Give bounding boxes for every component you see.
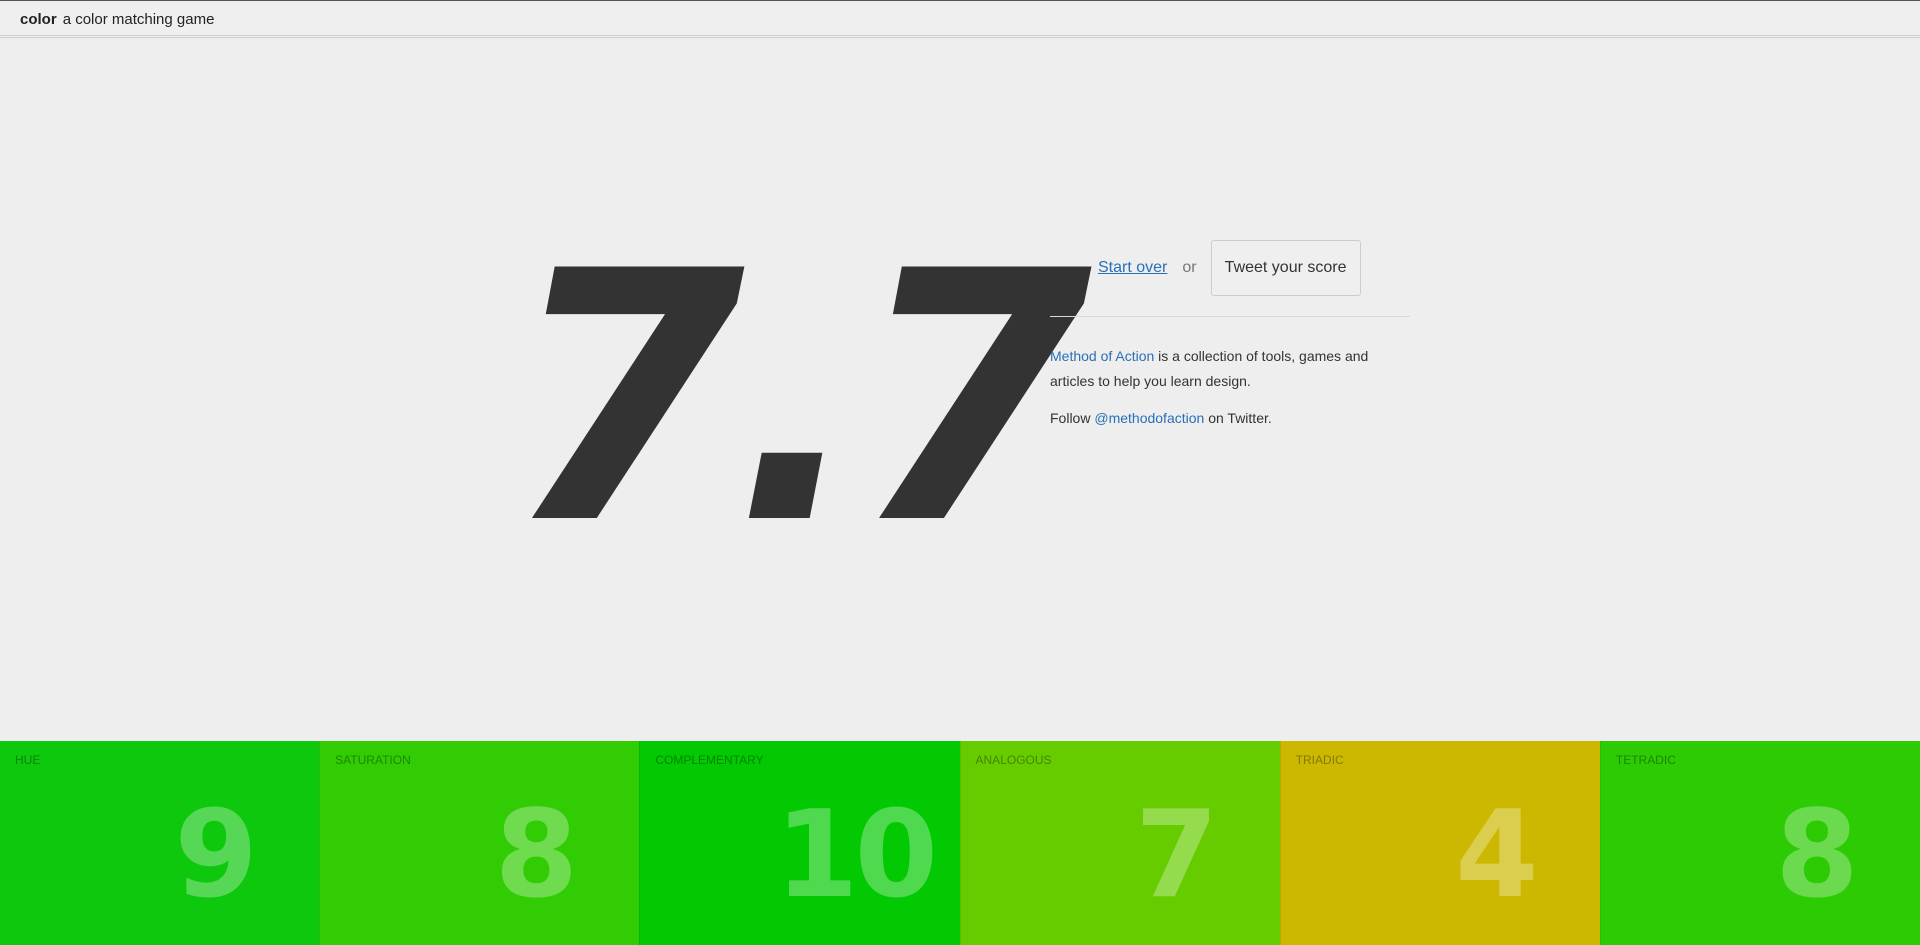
category-label: COMPLEMENTARY: [655, 753, 764, 767]
category-score: 8: [1775, 786, 1859, 925]
category-hue: HUE 9: [0, 741, 320, 945]
about-text: Method of Action is a collection of tool…: [1050, 344, 1410, 394]
category-label: HUE: [15, 753, 41, 767]
category-score: 9: [174, 786, 258, 925]
top-bar: color a color matching game: [0, 0, 1920, 38]
follow-text: Follow @methodofaction on Twitter.: [1050, 410, 1410, 426]
brand[interactable]: color a color matching game: [20, 11, 214, 28]
method-of-action-link[interactable]: Method of Action: [1050, 348, 1154, 364]
category-label: ANALOGOUS: [975, 753, 1052, 767]
category-complementary: COMPLEMENTARY 10: [639, 741, 960, 945]
follow-suffix: on Twitter.: [1204, 410, 1272, 426]
category-score: 4: [1455, 786, 1539, 925]
tweet-score-button[interactable]: Tweet your score: [1210, 240, 1361, 296]
result-panel: Start over or Tweet your score Method of…: [1050, 240, 1410, 426]
twitter-handle-link[interactable]: @methodofaction: [1094, 410, 1204, 426]
follow-prefix: Follow: [1050, 410, 1095, 426]
category-triadic: TRIADIC 4: [1279, 741, 1600, 945]
brand-name[interactable]: color: [20, 11, 57, 28]
category-label: TRIADIC: [1295, 753, 1344, 767]
result-actions: Start over or Tweet your score: [1050, 240, 1410, 296]
category-label: SATURATION: [335, 753, 411, 767]
category-saturation: SATURATION 8: [319, 741, 640, 945]
category-label: TETRADIC: [1615, 753, 1676, 767]
start-over-link[interactable]: Start over: [1098, 259, 1167, 277]
category-score: 10: [775, 786, 938, 925]
brand-tagline: a color matching game: [62, 11, 215, 28]
category-tetradic: TETRADIC 8: [1599, 741, 1920, 945]
divider: [1050, 316, 1410, 317]
or-text: or: [1182, 259, 1197, 276]
category-score: 8: [494, 786, 579, 925]
final-score: 7.7: [505, 199, 1092, 600]
category-scores: HUE 9 SATURATION 8 COMPLEMENTARY 10 ANAL…: [0, 741, 1920, 945]
category-analogous: ANALOGOUS 7: [959, 741, 1280, 945]
category-score: 7: [1134, 786, 1219, 925]
